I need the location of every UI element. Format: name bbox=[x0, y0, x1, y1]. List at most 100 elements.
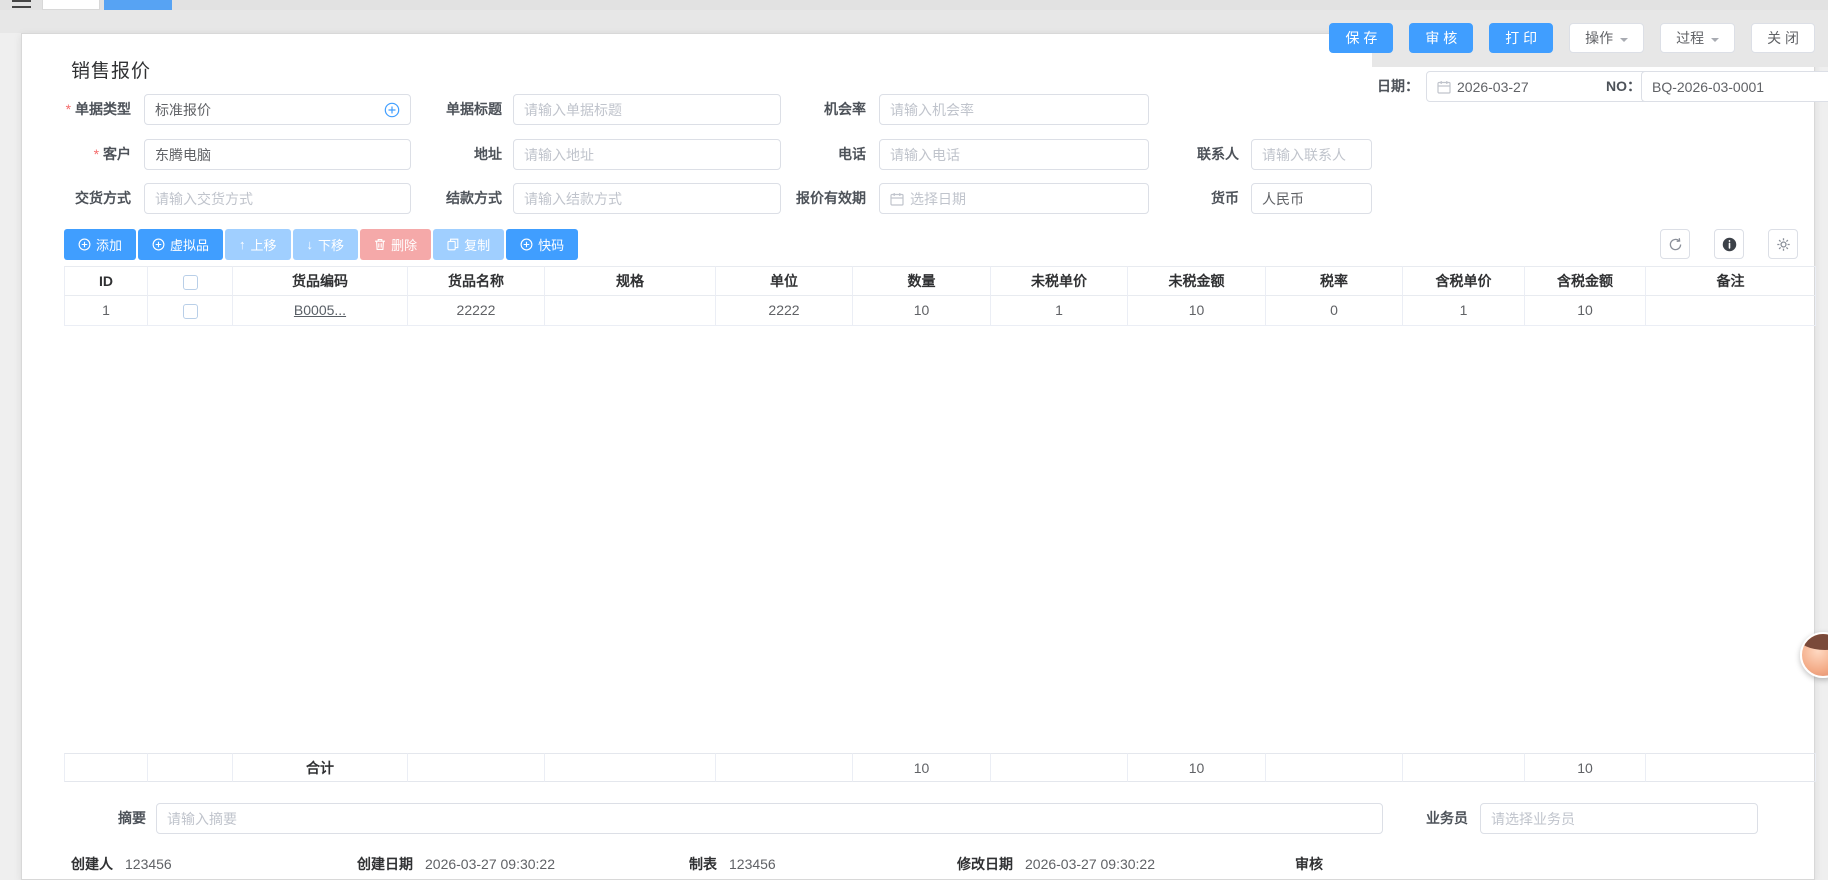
total-qty: 10 bbox=[853, 753, 991, 782]
salesman-label: 业务员 bbox=[1406, 803, 1468, 834]
currency-label: 货币 bbox=[1119, 183, 1239, 214]
customer-label: 客户 bbox=[36, 139, 131, 170]
plus-circle-icon bbox=[152, 238, 165, 251]
date-value: 2026-03-27 bbox=[1457, 79, 1529, 95]
add-row-button[interactable]: 添加 bbox=[64, 229, 136, 260]
creator-field: 创建人123456 bbox=[71, 854, 172, 874]
add-virtual-item-button[interactable]: 虚拟品 bbox=[138, 229, 223, 260]
row-checkbox[interactable] bbox=[183, 304, 198, 319]
creator-label: 创建人 bbox=[71, 856, 113, 872]
total-label: 合计 bbox=[233, 753, 408, 782]
cell-price-excl-tax[interactable]: 1 bbox=[991, 296, 1128, 326]
chevron-down-icon bbox=[1711, 38, 1719, 46]
currency-input[interactable] bbox=[1251, 183, 1372, 214]
operation-dropdown-button[interactable]: 操作 bbox=[1569, 23, 1644, 53]
refresh-button[interactable] bbox=[1660, 229, 1690, 259]
process-dropdown-button[interactable]: 过程 bbox=[1660, 23, 1735, 53]
created-date-label: 创建日期 bbox=[357, 856, 413, 872]
col-remark: 备注 bbox=[1646, 266, 1816, 296]
quick-code-button[interactable]: 快码 bbox=[506, 229, 578, 260]
page-title: 销售报价 bbox=[71, 56, 151, 83]
col-tax-rate: 税率 bbox=[1266, 266, 1403, 296]
table-row: 1 B0005... 22222 2222 10 1 10 0 1 10 bbox=[64, 296, 1816, 326]
cell-id: 1 bbox=[64, 296, 148, 326]
total-amount-excl-tax: 10 bbox=[1128, 753, 1266, 782]
copy-row-button[interactable]: 复制 bbox=[433, 229, 504, 260]
no-input[interactable]: BQ-2026-03-0001 bbox=[1641, 71, 1828, 102]
item-code-link[interactable]: B0005... bbox=[294, 302, 346, 318]
cell-select bbox=[148, 296, 233, 326]
calendar-icon bbox=[890, 192, 904, 206]
maker-field: 制表 123456 bbox=[689, 854, 776, 874]
save-button[interactable]: 保 存 bbox=[1329, 23, 1393, 53]
col-amount-incl-tax: 含税金额 bbox=[1525, 266, 1646, 296]
quotation-form-card: 销售报价 日期： 2026-03-27 NO： BQ-2026-03-0001 … bbox=[21, 33, 1815, 880]
col-price-excl-tax: 未税单价 bbox=[991, 266, 1128, 296]
maker-label: 制表 bbox=[689, 856, 717, 872]
top-tab-bar: 主页 报价单 × bbox=[0, 0, 1828, 10]
summary-label: 摘要 bbox=[96, 803, 146, 834]
salesman-input[interactable] bbox=[1480, 803, 1758, 834]
date-label: 日期： bbox=[1374, 76, 1419, 96]
col-amount-excl-tax: 未税金额 bbox=[1128, 266, 1266, 296]
payment-method-label: 结款方式 bbox=[342, 183, 502, 214]
col-spec: 规格 bbox=[545, 266, 716, 296]
hamburger-menu-icon[interactable] bbox=[12, 0, 31, 10]
select-all-checkbox[interactable] bbox=[183, 275, 198, 290]
chance-rate-input[interactable] bbox=[879, 94, 1149, 125]
tab-home[interactable]: 主页 bbox=[42, 0, 100, 10]
doc-type-value: 标准报价 bbox=[155, 100, 211, 120]
cell-price-incl-tax[interactable]: 1 bbox=[1403, 296, 1525, 326]
phone-input[interactable] bbox=[879, 139, 1149, 170]
plus-circle-icon bbox=[520, 238, 533, 251]
valid-until-date-input[interactable]: 选择日期 bbox=[879, 183, 1149, 214]
cell-remark[interactable] bbox=[1646, 296, 1816, 326]
arrow-up-icon: ↑ bbox=[239, 237, 246, 252]
delete-row-button[interactable]: 删除 bbox=[360, 229, 431, 260]
line-items-toolbar: 添加 虚拟品 ↑上移 ↓下移 删除 复制 快码 bbox=[64, 229, 578, 260]
modified-date-label: 修改日期 bbox=[957, 856, 1013, 872]
address-label: 地址 bbox=[342, 139, 502, 170]
no-value: BQ-2026-03-0001 bbox=[1652, 79, 1764, 95]
move-down-button[interactable]: ↓下移 bbox=[293, 229, 359, 260]
delivery-method-label: 交货方式 bbox=[36, 183, 131, 214]
items-table-header: ID 货品编码 货品名称 规格 单位 数量 未税单价 未税金额 税率 含税单价 … bbox=[64, 266, 1816, 296]
audit-label: 审核 bbox=[1295, 856, 1323, 872]
cell-item-name[interactable]: 22222 bbox=[408, 296, 545, 326]
col-item-name: 货品名称 bbox=[408, 266, 545, 296]
col-qty: 数量 bbox=[853, 266, 991, 296]
trash-icon bbox=[374, 238, 386, 251]
refresh-icon bbox=[1668, 237, 1683, 252]
modified-date-field: 修改日期 2026-03-27 09:30:22 bbox=[957, 854, 1155, 874]
print-button[interactable]: 打 印 bbox=[1489, 23, 1553, 53]
no-label: NO： bbox=[1606, 76, 1641, 96]
close-button[interactable]: 关 闭 bbox=[1751, 23, 1815, 53]
audit-button[interactable]: 审 核 bbox=[1409, 23, 1473, 53]
doc-type-label: 单据类型 bbox=[36, 94, 131, 125]
arrow-down-icon: ↓ bbox=[307, 237, 314, 252]
total-amount-incl-tax: 10 bbox=[1525, 753, 1646, 782]
cell-tax-rate[interactable]: 0 bbox=[1266, 296, 1403, 326]
cell-amount-excl-tax: 10 bbox=[1128, 296, 1266, 326]
cell-unit[interactable]: 2222 bbox=[716, 296, 853, 326]
valid-until-label: 报价有效期 bbox=[716, 183, 866, 214]
summary-input[interactable] bbox=[156, 803, 1383, 834]
col-unit: 单位 bbox=[716, 266, 853, 296]
info-icon bbox=[1722, 237, 1737, 252]
plus-circle-icon bbox=[78, 238, 91, 251]
tab-quotation[interactable]: 报价单 × bbox=[104, 0, 172, 10]
maker-value: 123456 bbox=[729, 856, 776, 872]
contact-input[interactable] bbox=[1251, 139, 1372, 170]
tab-quotation-label: 报价单 bbox=[119, 0, 155, 2]
col-select bbox=[148, 266, 233, 296]
phone-label: 电话 bbox=[716, 139, 866, 170]
move-up-button[interactable]: ↑上移 bbox=[225, 229, 291, 260]
cell-spec[interactable] bbox=[545, 296, 716, 326]
table-total-row: 合计 10 10 10 bbox=[64, 753, 1816, 782]
cell-qty[interactable]: 10 bbox=[853, 296, 991, 326]
valid-until-placeholder: 选择日期 bbox=[910, 189, 966, 209]
action-panel: 保 存 审 核 打 印 操作 过程 关 闭 bbox=[1372, 10, 1828, 67]
info-button[interactable] bbox=[1714, 229, 1744, 259]
modified-date-value: 2026-03-27 09:30:22 bbox=[1025, 856, 1155, 872]
settings-button[interactable] bbox=[1768, 229, 1798, 259]
